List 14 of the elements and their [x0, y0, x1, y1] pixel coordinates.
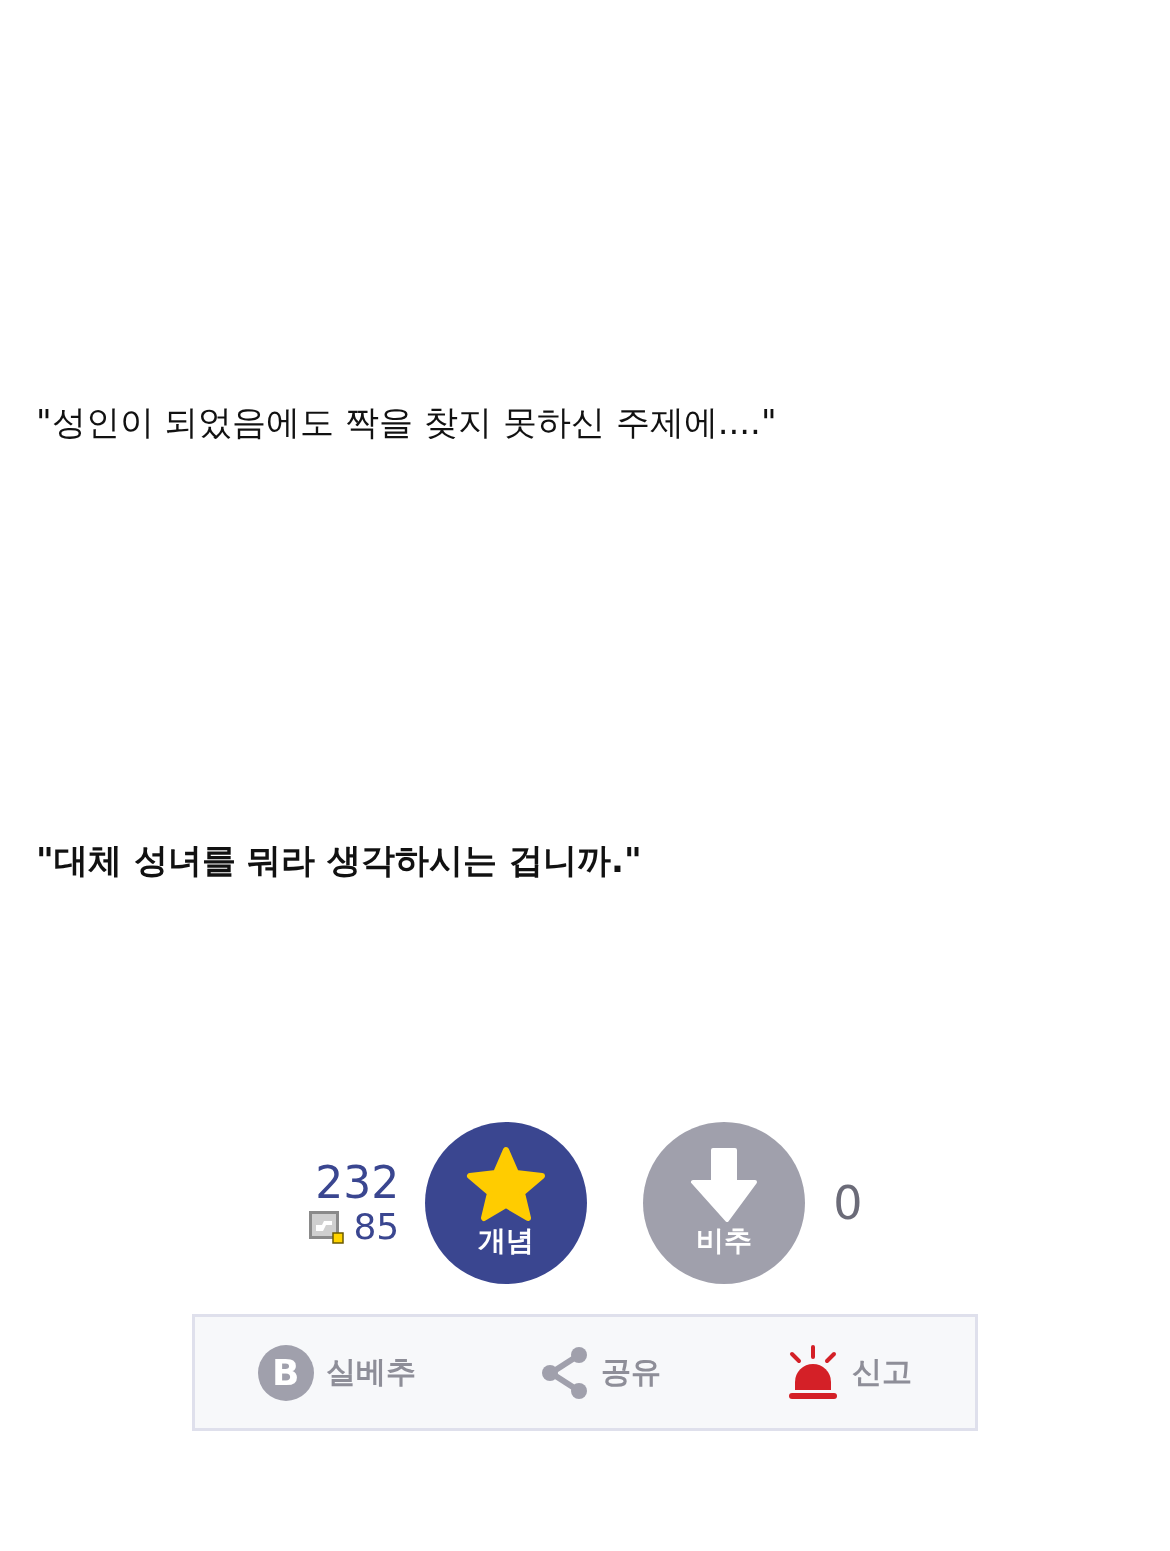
- upvote-count: 232: [315, 1159, 400, 1208]
- b-badge-icon: B: [257, 1344, 314, 1401]
- downvote-count: 0: [833, 1176, 863, 1230]
- downvote-button[interactable]: 비추: [643, 1122, 806, 1284]
- dialogue-text: "대체 성녀를 뭐라 생각하시는 겁니까.": [36, 839, 643, 882]
- dialogue-text: "성인이 되었음에도 짝을 찾지 못하신 주제에....": [36, 401, 778, 444]
- share-action-button[interactable]: 공유: [537, 1341, 665, 1404]
- star-icon: [466, 1146, 547, 1222]
- down-arrow-icon: [689, 1146, 760, 1222]
- fixed-user-count: 85: [353, 1207, 400, 1247]
- upvote-button[interactable]: 개념: [425, 1122, 588, 1284]
- report-action-button[interactable]: 신고: [782, 1339, 917, 1406]
- share-icon: [541, 1345, 589, 1400]
- best-action-button[interactable]: B 실베추: [253, 1340, 420, 1405]
